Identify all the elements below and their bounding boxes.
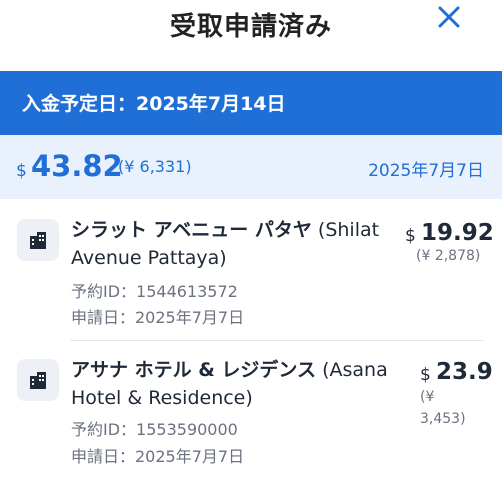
list-item[interactable]: シラット アベニュー パタヤ (Shilat Avenue Pattaya) 予…: [0, 200, 502, 340]
total-currency-symbol: $: [16, 161, 27, 181]
building-icon: [17, 219, 59, 261]
hotel-name-en-2: Hotel & Residence): [71, 387, 253, 409]
hotel-name-en-1: (Shilat: [317, 219, 380, 241]
item-amount: 23.9: [436, 359, 493, 385]
header: 受取申請済み: [0, 0, 502, 66]
payment-date-banner: 入金予定日：2025年7月14日: [0, 71, 502, 135]
item-amount: 19.92: [421, 220, 494, 246]
close-icon[interactable]: [436, 4, 462, 30]
hotel-name-jp: アサナ ホテル & レジデンス: [71, 359, 317, 381]
item-yen-line-2: 3,453): [420, 411, 466, 427]
total-yen-amount: (¥ 6,331): [118, 157, 192, 176]
booking-id: 予約ID：1553590000: [71, 420, 238, 439]
payment-date-text: 入金予定日：2025年7月14日: [22, 93, 286, 115]
total-summary: $ 43.82 (¥ 6,331) 2025年7月7日: [0, 135, 502, 199]
booking-id: 予約ID：1544613572: [71, 282, 238, 301]
item-yen-amount: (¥ 2,878): [416, 248, 481, 264]
building-icon: [17, 359, 59, 401]
item-yen-line-1: (¥: [420, 389, 435, 405]
list-item[interactable]: アサナ ホテル & レジデンス (Asana Hotel & Residence…: [0, 340, 502, 480]
page-title: 受取申請済み: [169, 12, 332, 42]
applied-date: 申請日：2025年7月7日: [71, 308, 245, 327]
applied-date: 申請日：2025年7月7日: [71, 447, 245, 466]
item-currency-symbol: $: [405, 226, 416, 246]
hotel-name-jp: シラット アベニュー パタヤ: [71, 219, 312, 241]
hotel-name-en-1: (Asana: [322, 359, 388, 381]
total-amount: 43.82: [31, 149, 123, 183]
hotel-name-en-2: Avenue Pattaya): [71, 247, 227, 269]
hotel-name: アサナ ホテル & レジデンス (Asana Hotel & Residence…: [71, 356, 388, 412]
summary-date: 2025年7月7日: [368, 161, 484, 181]
hotel-name: シラット アベニュー パタヤ (Shilat Avenue Pattaya): [71, 216, 379, 272]
item-currency-symbol: $: [420, 365, 431, 385]
